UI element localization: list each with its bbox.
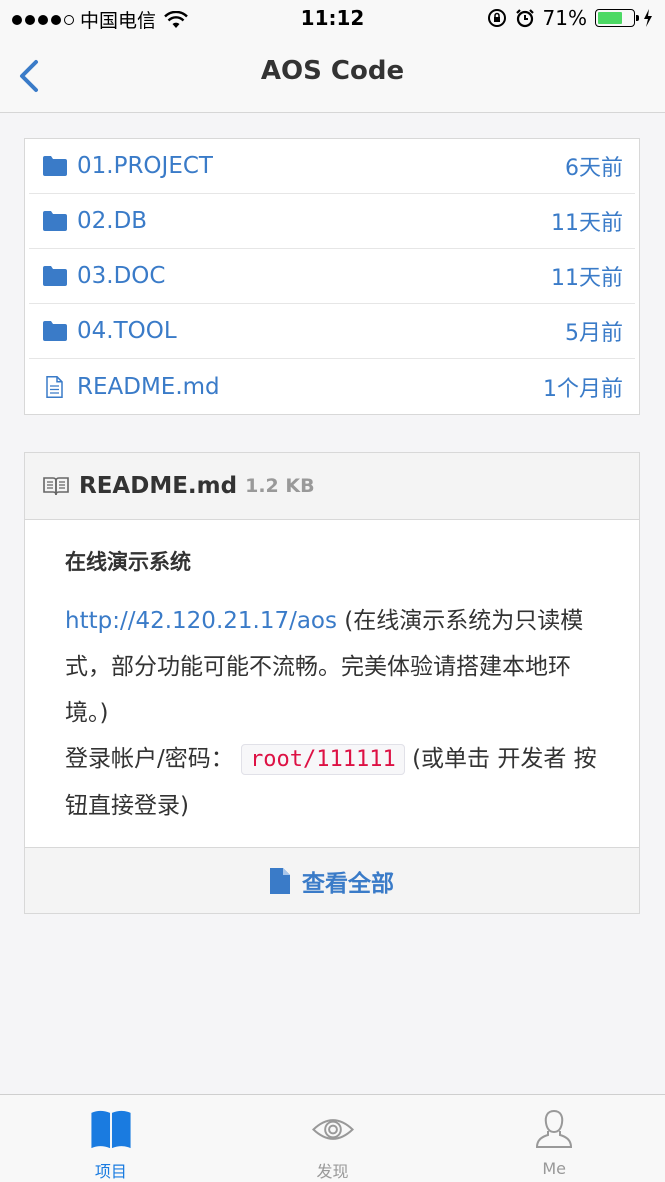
file-time: 6天前 <box>565 156 623 181</box>
readme-body: 在线演示系统 http://42.120.21.17/aos (在线演示系统为只… <box>25 520 639 829</box>
readme-heading: 在线演示系统 <box>65 550 191 574</box>
view-all-button[interactable]: 查看全部 <box>25 847 639 913</box>
file-name: 03.DOC <box>77 263 166 289</box>
file-name: README.md <box>77 373 220 400</box>
document-icon <box>270 867 290 894</box>
file-name-group: 04.TOOL <box>43 318 177 344</box>
page-title: AOS Code <box>260 56 405 86</box>
file-name: 02.DB <box>77 208 148 234</box>
readme-header: README.md 1.2 KB <box>25 453 639 520</box>
login-label: 登录帐户/密码： <box>65 746 234 772</box>
tab-discover-label: 发现 <box>316 1162 349 1181</box>
file-name-group: README.md <box>43 374 220 400</box>
book-icon <box>91 1110 131 1149</box>
folder-icon <box>43 266 67 286</box>
file-row[interactable]: 02.DB 11天前 <box>29 194 635 249</box>
open-book-icon <box>43 477 69 496</box>
file-row[interactable]: 03.DOC 11天前 <box>29 249 635 304</box>
file-name: 04.TOOL <box>77 318 177 344</box>
tab-projects[interactable]: 项目 <box>0 1095 222 1182</box>
file-name-group: 01.PROJECT <box>43 153 213 179</box>
folder-icon <box>43 211 67 231</box>
alarm-icon <box>515 9 534 28</box>
person-icon <box>536 1109 573 1148</box>
file-name-group: 03.DOC <box>43 263 165 289</box>
file-icon <box>46 375 63 398</box>
readme-paragraph: http://42.120.21.17/aos (在线演示系统为只读模式，部分功… <box>65 598 599 829</box>
demo-link[interactable]: http://42.120.21.17/aos <box>65 608 337 634</box>
readme-filesize: 1.2 KB <box>245 475 315 497</box>
file-time: 11天前 <box>551 266 623 291</box>
tab-me-label: Me <box>542 1159 566 1178</box>
status-bar: 中国电信 11:12 71% <box>0 0 665 38</box>
nav-bar: AOS Code <box>0 38 665 113</box>
folder-icon <box>43 321 67 341</box>
readme-filename: README.md <box>79 473 238 499</box>
tab-projects-label: 项目 <box>94 1162 127 1181</box>
tab-discover[interactable]: 发现 <box>222 1095 444 1182</box>
eye-icon <box>311 1119 354 1140</box>
file-list: 01.PROJECT 6天前 02.DB 11天前 03.DOC 11天前 04.TOOL 5… <box>24 138 640 415</box>
tab-me[interactable]: Me <box>443 1095 665 1182</box>
tab-bar: 项目 发现 Me <box>0 1094 665 1182</box>
battery-icon <box>595 9 639 27</box>
view-all-label: 查看全部 <box>302 870 394 897</box>
rotation-lock-icon <box>487 9 506 27</box>
readme-card: README.md 1.2 KB 在线演示系统 http://42.120.21… <box>24 452 640 914</box>
status-right: 71% <box>487 6 653 30</box>
file-time: 1个月前 <box>543 376 623 402</box>
file-time: 11天前 <box>551 211 623 236</box>
file-row[interactable]: 01.PROJECT 6天前 <box>29 139 635 194</box>
file-row[interactable]: 04.TOOL 5月前 <box>29 304 635 359</box>
folder-icon <box>43 156 67 176</box>
login-code: root/111111 <box>241 744 405 775</box>
file-name-group: 02.DB <box>43 208 147 234</box>
file-name: 01.PROJECT <box>77 153 213 179</box>
file-time: 5月前 <box>565 321 623 346</box>
file-row[interactable]: README.md 1个月前 <box>29 359 635 414</box>
battery-percent: 71% <box>542 6 587 30</box>
charging-icon <box>644 9 652 27</box>
